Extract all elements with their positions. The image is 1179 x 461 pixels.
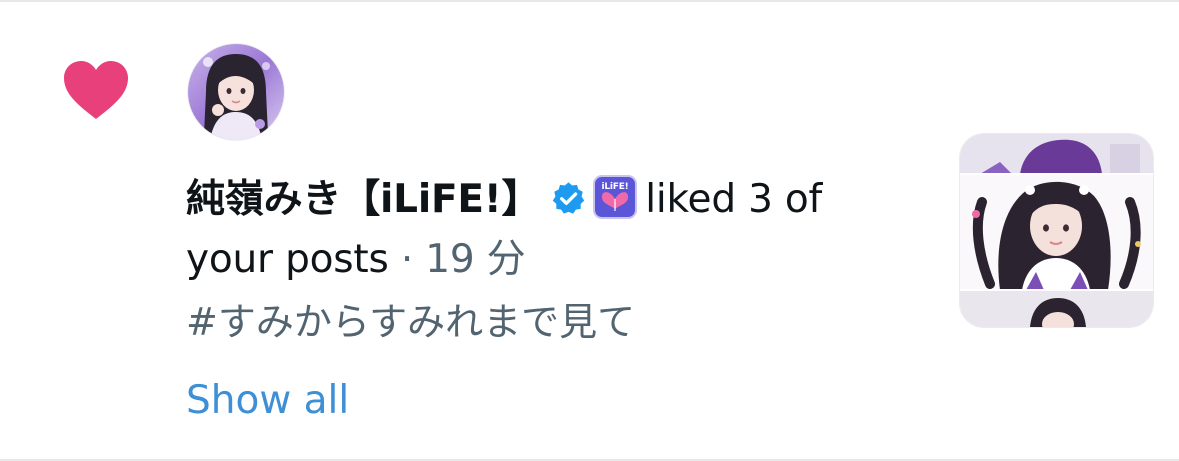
- ilife-badge-icon: iLiFE!: [593, 175, 638, 219]
- notification-message: 純嶺みき【iLiFE!】 iLiFE! liked 3 of your post…: [186, 170, 866, 290]
- verified-badge-icon: [553, 182, 585, 214]
- like-notification[interactable]: 純嶺みき【iLiFE!】 iLiFE! liked 3 of your post…: [0, 0, 1179, 461]
- separator-dot: ·: [400, 237, 414, 282]
- timestamp: 19 分: [425, 237, 526, 282]
- user-display-name[interactable]: 純嶺みき【iLiFE!】: [186, 177, 540, 222]
- svg-text:iLiFE!: iLiFE!: [602, 182, 629, 192]
- post-excerpt: #すみからすみれまで見て: [186, 300, 636, 344]
- post-thumbnail[interactable]: [960, 134, 1153, 327]
- show-all-link[interactable]: Show all: [186, 373, 349, 429]
- heart-icon: [64, 61, 128, 119]
- avatar[interactable]: [188, 44, 284, 140]
